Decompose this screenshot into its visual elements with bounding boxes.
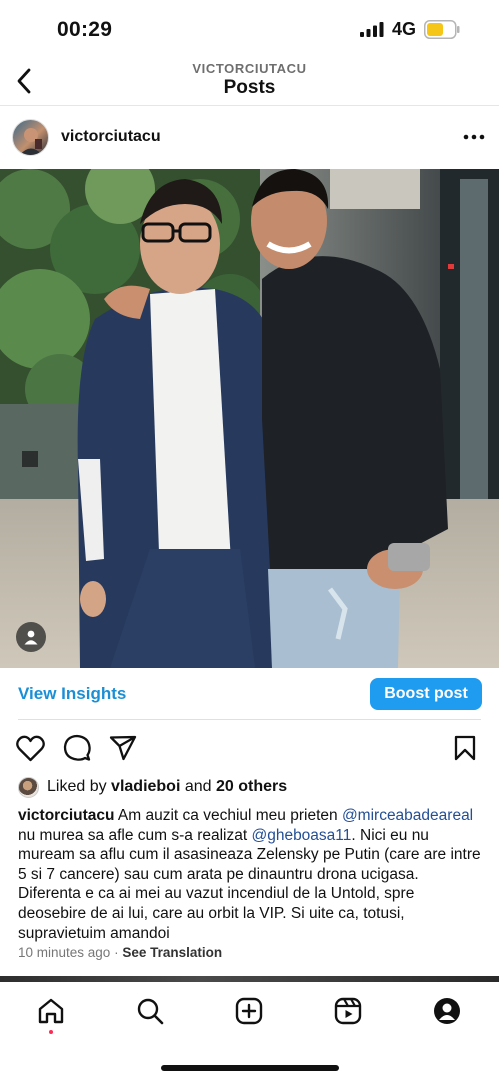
tab-reels[interactable] xyxy=(333,996,363,1026)
heart-icon xyxy=(15,735,45,761)
header-username: VICTORCIUTACU xyxy=(192,61,307,76)
likes-prefix: Liked by xyxy=(47,778,107,795)
post-header: victorciutacu xyxy=(0,107,499,169)
more-icon xyxy=(463,134,485,140)
tab-profile[interactable] xyxy=(432,996,462,1026)
battery-icon xyxy=(424,20,460,39)
status-bar: 00:29 4G xyxy=(0,0,499,58)
cellular-signal-icon xyxy=(360,22,384,37)
caption-text-2: nu murea sa afle cum s-a realizat xyxy=(18,826,252,844)
caption-mention[interactable]: @gheboasa11 xyxy=(251,827,351,844)
tab-home[interactable] xyxy=(36,996,66,1026)
nav-header: VICTORCIUTACU Posts xyxy=(0,58,499,106)
bookmark-icon xyxy=(454,735,476,761)
post-meta: 10 minutes ago · See Translation xyxy=(18,945,222,960)
active-tab-indicator xyxy=(49,1030,53,1034)
comment-icon xyxy=(63,734,91,761)
caption-username[interactable]: victorciutacu xyxy=(18,807,114,824)
avatar[interactable] xyxy=(12,119,49,156)
comment-button[interactable] xyxy=(62,733,92,763)
bottom-tab-bar xyxy=(0,982,499,1080)
likes-and: and xyxy=(184,778,212,795)
share-icon xyxy=(109,735,137,761)
post-caption: victorciutacu Am auzit ca vechiul meu pr… xyxy=(18,806,484,943)
like-button[interactable] xyxy=(15,733,45,763)
insights-row: View Insights Boost post xyxy=(0,668,499,720)
post-time: 10 minutes ago xyxy=(18,945,111,960)
meta-separator: · xyxy=(114,945,119,960)
profile-icon xyxy=(434,998,460,1024)
divider xyxy=(18,719,481,720)
tab-create[interactable] xyxy=(234,996,264,1026)
person-tag-icon xyxy=(24,630,38,645)
likes-summary[interactable]: Liked by vladieboi and 20 others xyxy=(18,776,287,798)
caption-mention[interactable]: @mirceabadeareal xyxy=(342,807,473,824)
page-title: Posts xyxy=(223,77,276,98)
likes-others[interactable]: 20 others xyxy=(216,778,287,796)
caption-text-1: Am auzit ca vechiul meu prieten xyxy=(114,807,342,824)
view-insights-link[interactable]: View Insights xyxy=(18,684,126,704)
search-icon xyxy=(137,998,164,1025)
network-type: 4G xyxy=(392,19,417,39)
liker-username[interactable]: vladieboi xyxy=(111,778,180,796)
status-time: 00:29 xyxy=(57,18,113,41)
see-translation-link[interactable]: See Translation xyxy=(122,945,222,960)
home-indicator xyxy=(161,1065,339,1071)
post-username[interactable]: victorciutacu xyxy=(61,128,161,146)
photo-illustration xyxy=(0,169,499,668)
tab-search[interactable] xyxy=(135,996,165,1026)
more-options-button[interactable] xyxy=(459,127,489,147)
tagged-people-button[interactable] xyxy=(16,622,46,652)
boost-post-button[interactable]: Boost post xyxy=(370,678,482,710)
liker-avatar xyxy=(18,776,39,798)
home-icon xyxy=(38,998,64,1024)
reels-icon xyxy=(334,997,362,1025)
save-button[interactable] xyxy=(450,733,480,763)
post-image[interactable] xyxy=(0,169,499,668)
avatar-image xyxy=(19,128,43,155)
post-actions xyxy=(0,728,499,768)
share-button[interactable] xyxy=(108,733,138,763)
create-icon xyxy=(235,997,263,1025)
